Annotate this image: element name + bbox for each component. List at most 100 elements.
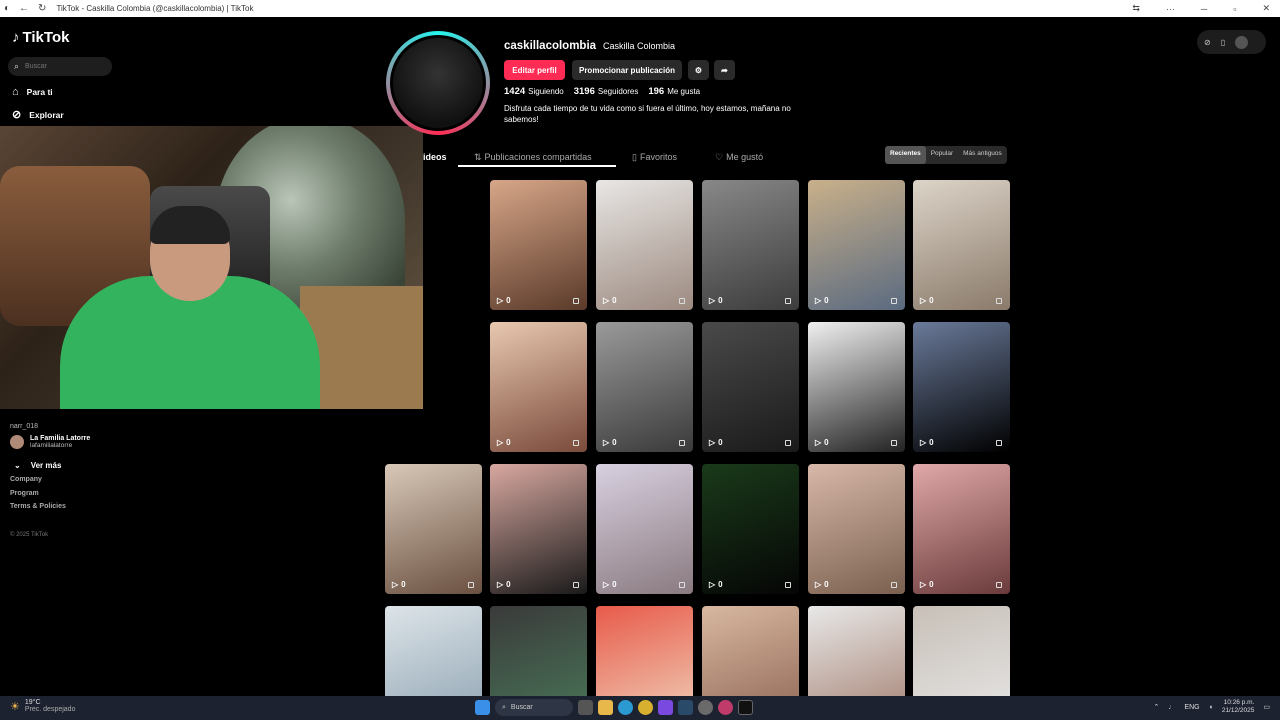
sort-recent[interactable]: Recientes bbox=[885, 146, 926, 164]
footer-terms[interactable]: Terms & Policies bbox=[10, 503, 66, 510]
tab-favorites[interactable]: ▯ Favoritos bbox=[632, 152, 677, 163]
play-icon: ▷ bbox=[920, 438, 927, 447]
app-icon[interactable] bbox=[658, 700, 673, 715]
video-tile[interactable]: ▷ 0 bbox=[596, 322, 693, 452]
video-tile[interactable]: ▷ 0 bbox=[913, 464, 1010, 594]
share-icon[interactable]: ➦ bbox=[714, 60, 735, 80]
file-explorer-icon[interactable] bbox=[598, 700, 613, 715]
video-tile[interactable]: ▷ 0 bbox=[490, 180, 587, 310]
sort-popular[interactable]: Popular bbox=[926, 146, 958, 164]
chrome-icon[interactable] bbox=[638, 700, 653, 715]
video-tile[interactable]: ▷ 0 bbox=[596, 464, 693, 594]
video-tile[interactable] bbox=[808, 606, 905, 696]
video-tile[interactable]: ▷ 0 bbox=[385, 464, 482, 594]
account-handle: lafamilialatorre bbox=[30, 442, 73, 449]
play-count: ▷ 0 bbox=[603, 438, 617, 447]
task-view-icon[interactable] bbox=[578, 700, 593, 715]
play-count: ▷ 0 bbox=[920, 580, 934, 589]
video-tile[interactable]: ▷ 0 bbox=[702, 180, 799, 310]
play-icon: ▷ bbox=[603, 438, 610, 447]
video-tile[interactable]: ▷ 0 bbox=[808, 180, 905, 310]
video-tile[interactable] bbox=[385, 606, 482, 696]
maximize-icon[interactable]: ▫ bbox=[1233, 4, 1236, 14]
mute-icon bbox=[573, 440, 579, 446]
minimize-icon[interactable]: ─ bbox=[1201, 4, 1207, 14]
play-icon: ▷ bbox=[815, 580, 822, 589]
profile-avatar[interactable] bbox=[386, 31, 490, 135]
following-stat[interactable]: 1424 Siguiendo bbox=[504, 86, 564, 97]
nav-explore[interactable]: ⊘ Explorar bbox=[12, 108, 64, 121]
video-tile[interactable]: ▷ 0 bbox=[808, 322, 905, 452]
followed-account[interactable]: La Familia Latorre lafamilialatorre bbox=[10, 435, 90, 449]
nav-for-you[interactable]: ⌂ Para ti bbox=[12, 86, 53, 98]
video-tile[interactable] bbox=[596, 606, 693, 696]
clock[interactable]: 10:26 p.m. 21/12/2025 bbox=[1222, 699, 1255, 715]
mic-icon[interactable]: ♩ bbox=[1168, 704, 1175, 711]
followers-stat[interactable]: 3196 Seguidores bbox=[574, 86, 639, 97]
video-tile[interactable]: ▷ 0 bbox=[913, 180, 1010, 310]
video-tile[interactable] bbox=[702, 606, 799, 696]
video-tile[interactable]: ▷ 0 bbox=[490, 322, 587, 452]
back-icon[interactable]: ← bbox=[19, 3, 29, 14]
video-tile[interactable]: ▷ 0 bbox=[596, 180, 693, 310]
profile-bio: Disfruta cada tiempo de tu vida como si … bbox=[504, 104, 791, 124]
phone-icon[interactable]: ▯ bbox=[1221, 38, 1225, 47]
video-tile[interactable]: ▷ 0 bbox=[702, 464, 799, 594]
settings-icon[interactable]: ⚙ bbox=[688, 60, 709, 80]
notifications-icon[interactable]: ▭ bbox=[1263, 703, 1270, 711]
language[interactable]: ENG bbox=[1184, 704, 1199, 711]
see-more-button[interactable]: ⌄ Ver más bbox=[14, 461, 61, 470]
volume-icon[interactable]: ◖ bbox=[1209, 704, 1213, 711]
compass-icon: ⊘ bbox=[12, 109, 22, 121]
play-icon: ▷ bbox=[815, 438, 822, 447]
play-count: ▷ 0 bbox=[709, 438, 723, 447]
translate-icon[interactable]: ⇆ bbox=[1132, 3, 1140, 14]
video-tile[interactable]: ▷ 0 bbox=[490, 464, 587, 594]
settings-icon[interactable] bbox=[698, 700, 713, 715]
edit-profile-button[interactable]: Editar perfil bbox=[504, 60, 565, 80]
edge-icon[interactable] bbox=[618, 700, 633, 715]
play-count: ▷ 0 bbox=[392, 580, 406, 589]
profile-icon[interactable] bbox=[1235, 35, 1249, 49]
reload-icon[interactable]: ↻ bbox=[38, 3, 46, 14]
video-tile[interactable]: ▷ 0 bbox=[808, 464, 905, 594]
search-input[interactable]: ⌕ Buscar bbox=[8, 57, 112, 76]
tiktok-note-icon: ♪ bbox=[12, 29, 20, 46]
footer-program[interactable]: Program bbox=[10, 490, 39, 497]
tab-reposts[interactable]: ⇅ Publicaciones compartidas bbox=[474, 152, 592, 163]
logo-text: TikTok bbox=[22, 29, 70, 46]
tab-liked[interactable]: ♡ Me gustó bbox=[715, 152, 763, 163]
play-count: ▷ 0 bbox=[815, 580, 829, 589]
media-icon[interactable] bbox=[718, 700, 733, 715]
windows-start-icon[interactable] bbox=[475, 700, 490, 715]
tiktok-icon[interactable] bbox=[738, 700, 753, 715]
lock-icon bbox=[996, 582, 1002, 588]
more-icon[interactable]: ··· bbox=[1166, 4, 1175, 14]
video-tile[interactable] bbox=[490, 606, 587, 696]
video-tile[interactable]: ▷ 0 bbox=[702, 322, 799, 452]
play-count: ▷ 0 bbox=[815, 438, 829, 447]
promote-post-button[interactable]: Promocionar publicación bbox=[572, 60, 682, 80]
lock-icon bbox=[891, 298, 897, 304]
lock-icon bbox=[785, 440, 791, 446]
close-icon[interactable]: ✕ bbox=[1262, 3, 1270, 14]
footer-company[interactable]: Company bbox=[10, 476, 42, 483]
chevron-up-icon[interactable]: ⌃ bbox=[1154, 703, 1160, 711]
weather-widget[interactable]: ☀ 19°C Prec. despejado bbox=[10, 699, 75, 713]
sort-oldest[interactable]: Más antiguos bbox=[958, 146, 1007, 164]
taskbar-search[interactable]: ⌕ Buscar bbox=[495, 699, 573, 716]
video-tile[interactable]: ▷ 0 bbox=[913, 322, 1010, 452]
tiktok-logo[interactable]: ♪ TikTok bbox=[12, 29, 69, 46]
sort-selector: Recientes Popular Más antiguos bbox=[885, 146, 1007, 164]
lock-icon bbox=[573, 298, 579, 304]
following-partial[interactable]: narr_018 bbox=[10, 423, 38, 430]
play-icon: ▷ bbox=[392, 580, 399, 589]
video-tile[interactable] bbox=[913, 606, 1010, 696]
compass-icon[interactable]: ⊘ bbox=[1204, 38, 1211, 47]
tab-videos[interactable]: ideos bbox=[423, 152, 447, 162]
play-icon: ▷ bbox=[497, 580, 504, 589]
steam-icon[interactable] bbox=[678, 700, 693, 715]
browser-nav: ◐ ← ↻ bbox=[0, 3, 46, 14]
bookmark-icon: ▯ bbox=[632, 152, 637, 162]
browser-titlebar: ◐ ← ↻ TikTok - Caskilla Colombia (@caski… bbox=[0, 0, 1280, 17]
